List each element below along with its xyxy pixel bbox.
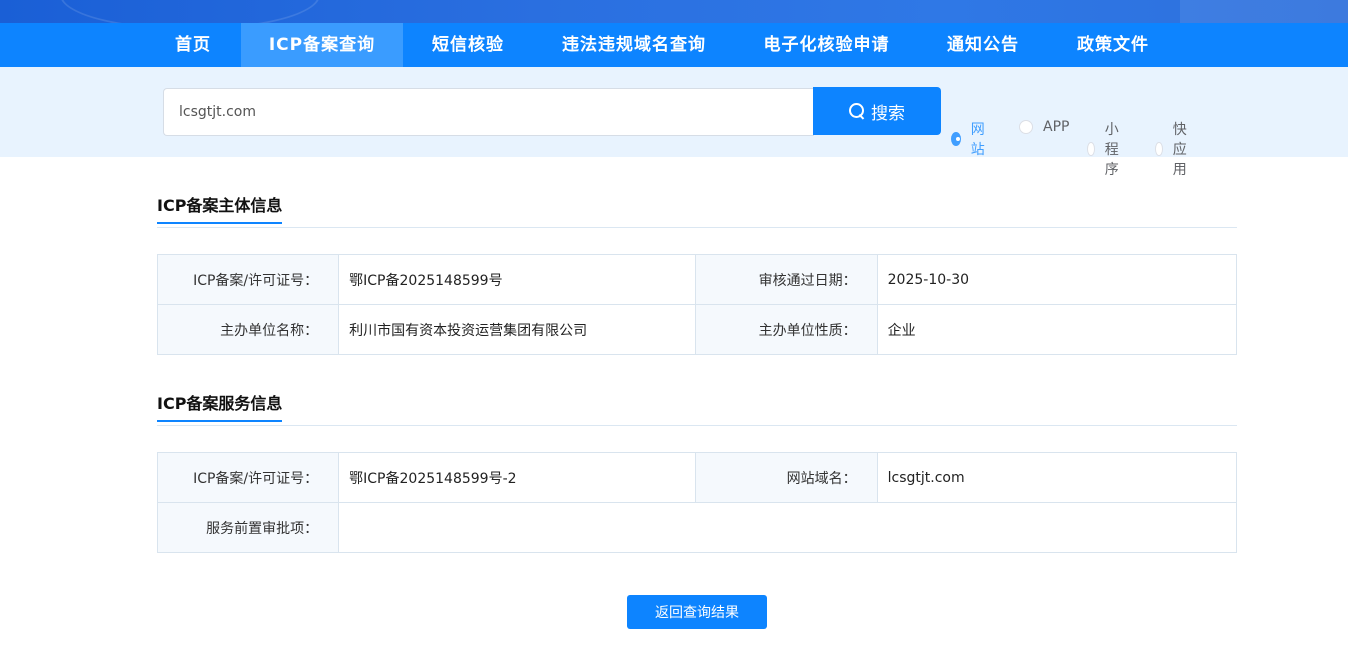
domain-value: lcsgtjt.com: [876, 452, 1238, 503]
search-button[interactable]: 搜索: [813, 87, 941, 135]
banner-decoration: [1180, 0, 1348, 23]
back-to-results-button[interactable]: 返回查询结果: [627, 595, 767, 629]
nav-item-icp-query[interactable]: ICP备案查询: [241, 23, 403, 67]
radio-app[interactable]: APP: [1019, 119, 1069, 135]
radio-label: 网站: [970, 122, 985, 158]
search-button-label: 搜索: [871, 103, 905, 124]
org-name-label: 主办单位名称：: [156, 304, 340, 355]
subject-info-table: ICP备案/许可证号： 鄂ICP备2025148599号 审核通过日期： 202…: [156, 254, 1238, 355]
table-row: 主办单位名称： 利川市国有资本投资运营集团有限公司 主办单位性质： 企业: [156, 304, 1238, 355]
main-nav: 首页 ICP备案查询 短信核验 违法违规域名查询 电子化核验申请 通知公告 政策…: [0, 23, 1348, 67]
license-value: 鄂ICP备2025148599号: [338, 254, 697, 305]
radio-label: APP: [1043, 119, 1070, 135]
radio-label: 小程序: [1104, 122, 1119, 178]
table-row: ICP备案/许可证号： 鄂ICP备2025148599号 审核通过日期： 202…: [156, 254, 1238, 305]
radio-dot-icon: [1087, 142, 1095, 156]
service-license-label: ICP备案/许可证号：: [156, 452, 340, 503]
pre-approval-label: 服务前置审批项：: [156, 502, 340, 553]
nav-item-illegal-domain[interactable]: 违法违规域名查询: [533, 23, 735, 67]
nav-item-notices[interactable]: 通知公告: [918, 23, 1048, 67]
org-name-value: 利川市国有资本投资运营集团有限公司: [338, 304, 697, 355]
search-icon: [849, 103, 865, 119]
org-nature-value: 企业: [876, 304, 1238, 355]
license-label: ICP备案/许可证号：: [156, 254, 340, 305]
section-divider: [157, 425, 1237, 426]
approval-date-label: 审核通过日期：: [695, 254, 878, 305]
radio-dot-icon: [951, 132, 961, 146]
table-row: 服务前置审批项：: [156, 502, 1237, 553]
radio-label: 快应用: [1172, 122, 1187, 178]
subject-section-title: ICP备案主体信息: [157, 192, 283, 224]
nav-item-policy[interactable]: 政策文件: [1048, 23, 1178, 67]
radio-website[interactable]: 网站: [951, 119, 989, 159]
service-license-value: 鄂ICP备2025148599号-2: [338, 452, 697, 503]
radio-dot-icon: [1155, 142, 1163, 156]
banner-decoration: [60, 0, 320, 23]
search-input[interactable]: [163, 88, 814, 136]
nav-item-home[interactable]: 首页: [145, 23, 241, 67]
approval-date-value: 2025-10-30: [876, 254, 1238, 305]
nav-item-e-verify[interactable]: 电子化核验申请: [735, 23, 918, 67]
section-divider: [157, 227, 1237, 228]
service-info-table: ICP备案/许可证号： 鄂ICP备2025148599号-2 网站域名： lcs…: [156, 452, 1238, 553]
table-row: ICP备案/许可证号： 鄂ICP备2025148599号-2 网站域名： lcs…: [156, 452, 1238, 503]
radio-quick-app[interactable]: 快应用: [1155, 119, 1193, 179]
radio-mini-program[interactable]: 小程序: [1087, 119, 1125, 179]
pre-approval-value: [338, 502, 1237, 553]
org-nature-label: 主办单位性质：: [695, 304, 878, 355]
domain-label: 网站域名：: [695, 452, 878, 503]
top-banner: [0, 0, 1348, 23]
service-section-title: ICP备案服务信息: [157, 390, 283, 422]
radio-dot-icon: [1019, 120, 1033, 134]
search-area: 搜索 网站 APP 小程序 快应用: [0, 67, 1348, 178]
nav-item-sms-verify[interactable]: 短信核验: [403, 23, 533, 67]
